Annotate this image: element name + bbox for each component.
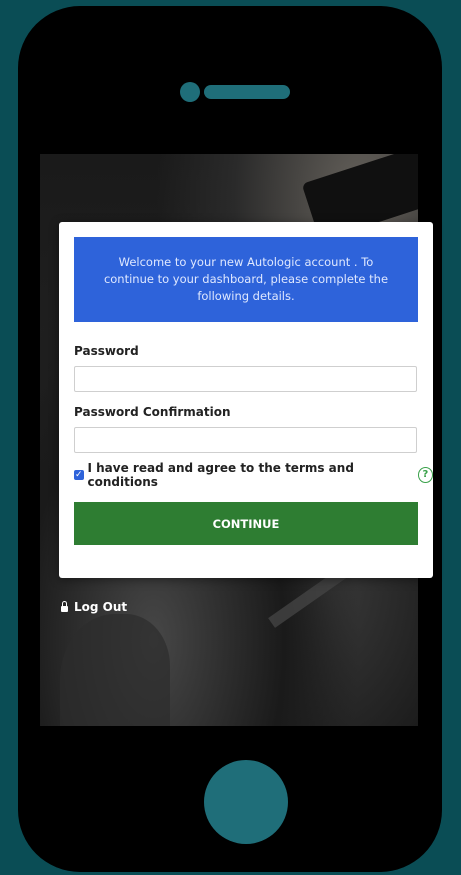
speaker-slot — [204, 85, 290, 99]
terms-row: ✓ I have read and agree to the terms and… — [74, 461, 433, 489]
lock-icon — [61, 601, 68, 612]
account-setup-card: Welcome to your new Autologic account . … — [59, 222, 433, 578]
terms-label: I have read and agree to the terms and c… — [87, 461, 354, 489]
help-icon[interactable]: ? — [417, 467, 433, 483]
logout-label: Log Out — [74, 600, 128, 614]
welcome-banner: Welcome to your new Autologic account . … — [74, 237, 418, 322]
terms-checkbox[interactable]: ✓ — [74, 470, 84, 480]
background-image-hand — [60, 614, 170, 726]
password-label: Password — [74, 344, 139, 358]
password-input[interactable] — [74, 366, 417, 392]
continue-button[interactable]: CONTINUE — [74, 502, 418, 545]
password-confirmation-input[interactable] — [74, 427, 417, 453]
welcome-message: Welcome to your new Autologic account . … — [103, 255, 389, 303]
logout-link[interactable]: Log Out — [61, 600, 127, 614]
camera-dot — [180, 82, 200, 102]
password-confirmation-label: Password Confirmation — [74, 405, 231, 419]
home-button — [204, 760, 288, 844]
